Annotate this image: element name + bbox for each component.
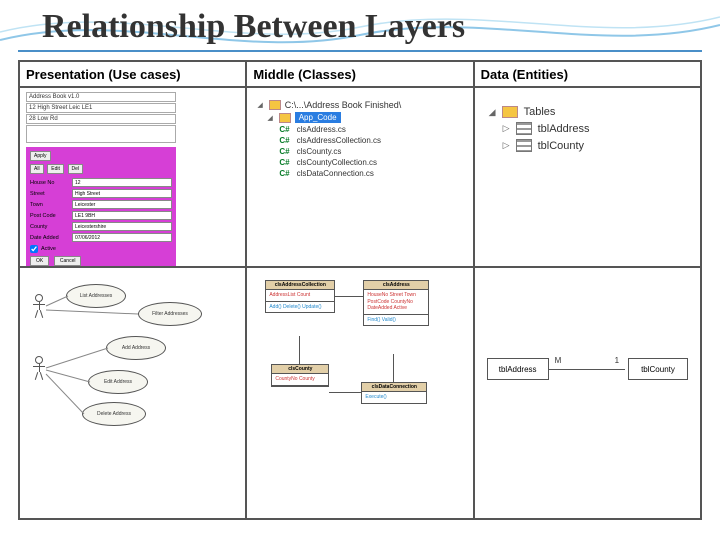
classbox-attrs: CountyNo County — [272, 374, 328, 386]
file-item[interactable]: clsAddressCollection.cs — [297, 136, 381, 145]
file-item[interactable]: clsCountyCollection.cs — [297, 158, 377, 167]
dateadded-field[interactable] — [72, 233, 172, 242]
all-button[interactable]: All — [30, 164, 44, 174]
csharp-icon: C# — [279, 147, 289, 156]
label-town: Town — [30, 202, 72, 208]
association-line — [299, 336, 300, 364]
classbox-county: clsCounty CountyNo County — [271, 364, 329, 387]
postcode-field[interactable] — [72, 211, 172, 220]
label-dateadded: Date Added — [30, 235, 72, 241]
form-list-line: Address Book v1.0 — [26, 92, 176, 102]
folder-icon — [279, 113, 291, 123]
cell-usecase-diagram: List Addresses Filter Addresses Add Addr… — [19, 267, 246, 519]
er-cardinality-right: 1 — [615, 356, 619, 365]
folder-icon — [502, 106, 518, 118]
county-field[interactable] — [72, 222, 172, 231]
houseno-field[interactable] — [72, 178, 172, 187]
table-icon — [516, 139, 532, 152]
er-diagram: tblAddress tblCounty M 1 — [483, 288, 692, 498]
classbox-header: clsDataConnection — [362, 383, 426, 392]
form-list-line: 12 High Street Leic LE1 — [26, 103, 176, 113]
usecase-diagram: List Addresses Filter Addresses Add Addr… — [26, 274, 239, 512]
appcode-folder[interactable]: App_Code — [295, 112, 341, 123]
col-header-middle: Middle (Classes) — [246, 61, 473, 87]
tree-expander-icon[interactable]: ▷ — [503, 140, 510, 151]
table-item[interactable]: tblAddress — [538, 123, 590, 135]
tree-expander-icon[interactable]: ◢ — [489, 107, 496, 118]
classbox-header: clsCounty — [272, 365, 328, 374]
folder-icon — [269, 100, 281, 110]
label-postcode: Post Code — [30, 213, 72, 219]
table-item[interactable]: tblCounty — [538, 140, 584, 152]
apply-button[interactable]: Apply — [30, 151, 51, 161]
er-entity-county: tblCounty — [628, 358, 688, 380]
classbox-ops: Add() Delete() Update() — [266, 302, 334, 313]
classbox-header: clsAddressCollection — [266, 281, 334, 290]
classbox-address: clsAddress HouseNo Street Town PostCode … — [363, 280, 429, 326]
tree-expander-icon[interactable]: ▷ — [503, 123, 510, 134]
er-relationship-line — [549, 369, 625, 370]
label-street: Street — [30, 191, 72, 197]
active-checkbox[interactable] — [30, 245, 38, 253]
association-line — [335, 296, 363, 297]
csharp-icon: C# — [279, 158, 289, 167]
classbox-attrs: AddressList Count — [266, 290, 334, 302]
edit-button[interactable]: Edit — [47, 164, 64, 174]
er-entity-address: tblAddress — [487, 358, 549, 380]
file-item[interactable]: clsCounty.cs — [297, 147, 342, 156]
classbox-header: clsAddress — [364, 281, 428, 290]
csharp-icon: C# — [279, 125, 289, 134]
slide-title: Relationship Between Layers — [18, 0, 702, 52]
cell-middle-tree: ◢ C:\...\Address Book Finished\ ◢ App_Code… — [246, 87, 473, 267]
tree-expander-icon[interactable]: ◢ — [267, 114, 272, 122]
table-icon — [516, 122, 532, 135]
file-item[interactable]: clsAddress.cs — [297, 125, 346, 134]
form-list-line: 28 Low Rd — [26, 114, 176, 124]
col-header-data: Data (Entities) — [474, 61, 701, 87]
database-tree: ◢ Tables ▷ tblAddress ▷ tblCounty — [475, 88, 700, 162]
ok-button[interactable]: OK — [30, 256, 49, 266]
cancel-button[interactable]: Cancel — [54, 256, 82, 266]
classbox-collection: clsAddressCollection AddressList Count A… — [265, 280, 335, 313]
file-item[interactable]: clsDataConnection.cs — [297, 169, 374, 178]
active-label: Active — [41, 246, 56, 252]
cell-data-tree: ◢ Tables ▷ tblAddress ▷ tblCounty — [474, 87, 701, 267]
delete-button[interactable]: Del — [68, 164, 84, 174]
csharp-icon: C# — [279, 169, 289, 178]
association-line — [393, 354, 394, 382]
classbox-attrs: HouseNo Street Town PostCode CountyNo Da… — [364, 290, 428, 315]
classbox-ops: Execute() — [362, 392, 426, 403]
association-line — [329, 392, 361, 393]
classbox-ops: Find() Valid() — [364, 315, 428, 326]
label-county: County — [30, 224, 72, 230]
cell-class-diagram: clsAddressCollection AddressList Count A… — [246, 267, 473, 519]
tree-expander-icon[interactable]: ◢ — [257, 101, 262, 109]
er-cardinality-left: M — [555, 356, 562, 365]
csharp-icon: C# — [279, 136, 289, 145]
address-form-mock: Address Book v1.0 12 High Street Leic LE… — [26, 92, 176, 267]
label-houseno: House No — [30, 180, 72, 186]
root-path: C:\...\Address Book Finished\ — [285, 100, 402, 110]
cell-presentation-form: Address Book v1.0 12 High Street Leic LE… — [19, 87, 246, 267]
solution-tree: ◢ C:\...\Address Book Finished\ ◢ App_Code… — [247, 88, 472, 186]
street-field[interactable] — [72, 189, 172, 198]
classbox-dataconn: clsDataConnection Execute() — [361, 382, 427, 404]
col-header-presentation: Presentation (Use cases) — [19, 61, 246, 87]
layers-table: Presentation (Use cases) Middle (Classes… — [18, 60, 702, 520]
cell-er-diagram: tblAddress tblCounty M 1 — [474, 267, 701, 519]
town-field[interactable] — [72, 200, 172, 209]
tables-group[interactable]: Tables — [524, 106, 556, 118]
usecase-connectors — [26, 274, 239, 512]
class-diagram: clsAddressCollection AddressList Count A… — [253, 274, 466, 512]
